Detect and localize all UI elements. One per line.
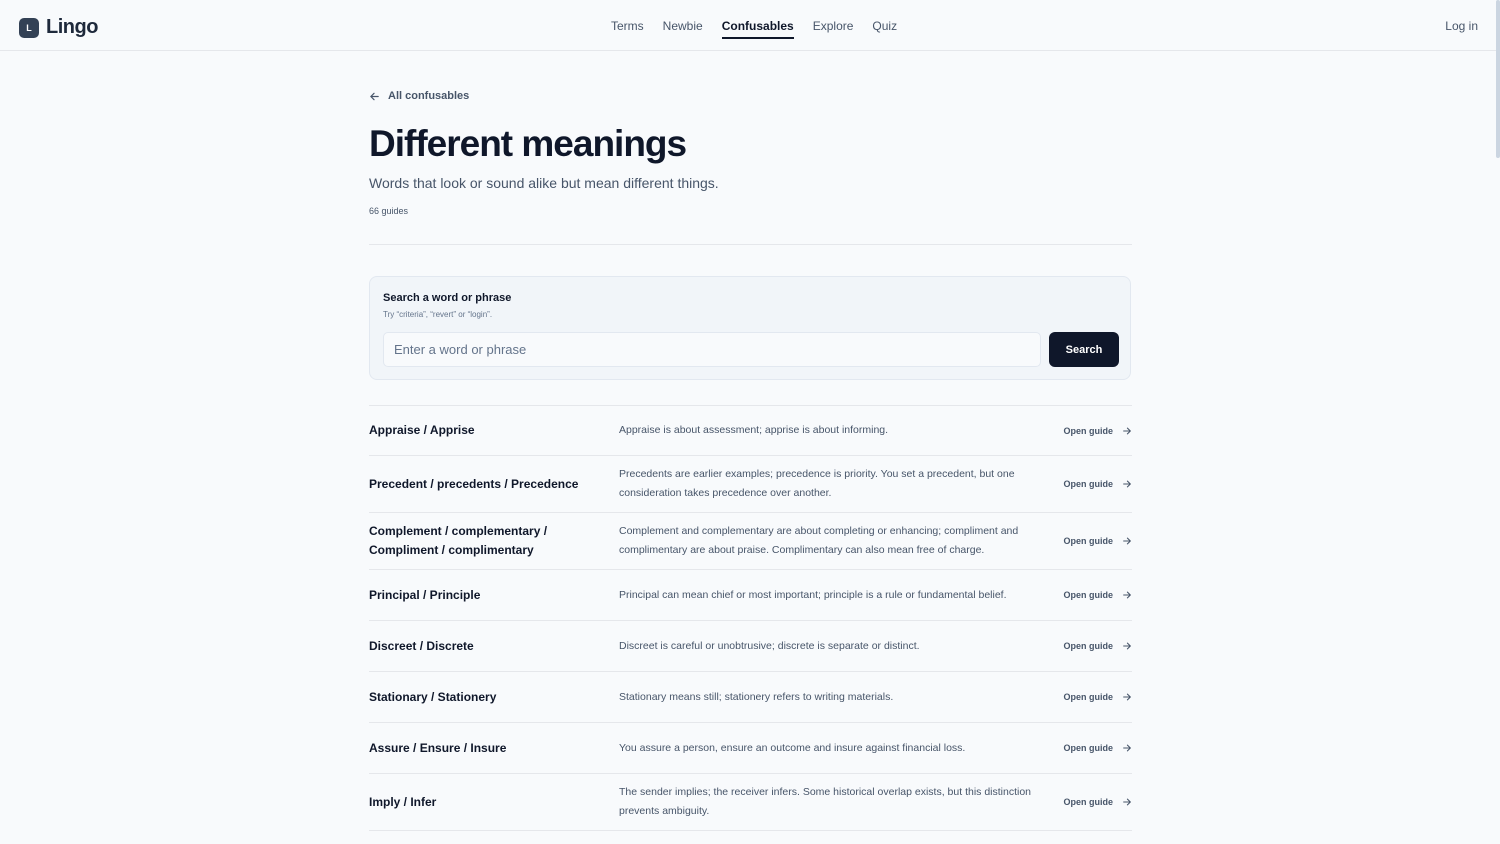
guide-title: Principal / Principle xyxy=(369,587,481,602)
open-guide-link[interactable]: Open guide xyxy=(1064,743,1133,753)
guide-title: Precedent / precedents / Precedence xyxy=(369,476,579,491)
page-subtitle: Words that look or sound alike but mean … xyxy=(369,175,719,191)
open-guide-label: Open guide xyxy=(1063,641,1114,651)
back-to-all-confusables-link[interactable]: All confusables xyxy=(369,90,469,102)
open-guide-label: Open guide xyxy=(1063,797,1114,807)
nav-item-explore[interactable]: Explore xyxy=(813,0,854,51)
search-card: Search a word or phrase Try “criteria”, … xyxy=(369,276,1131,380)
guide-list: Appraise / Apprise Appraise is about ass… xyxy=(369,405,1132,831)
back-link-label: All confusables xyxy=(388,90,470,102)
guide-description: The sender implies; the receiver infers.… xyxy=(619,786,1032,817)
open-guide-link[interactable]: Open guide xyxy=(1064,479,1133,489)
open-guide-link[interactable]: Open guide xyxy=(1064,536,1133,546)
guide-row[interactable]: Complement / complementary / Compliment … xyxy=(369,513,1132,570)
guide-title: Stationary / Stationery xyxy=(369,689,497,704)
arrow-right-icon xyxy=(1123,537,1131,545)
open-guide-link[interactable]: Open guide xyxy=(1064,797,1133,807)
guide-title: Assure / Ensure / Insure xyxy=(369,740,507,755)
guide-description: Stationary means still; stationery refer… xyxy=(619,690,894,703)
guide-title: Appraise / Apprise xyxy=(369,423,475,437)
guide-title: Discreet / Discrete xyxy=(369,638,474,653)
open-guide-label: Open guide xyxy=(1063,590,1114,600)
guide-row[interactable]: Precedent / precedents / Precedence Prec… xyxy=(369,456,1132,513)
guide-count: 66 guides xyxy=(369,206,409,216)
guide-row[interactable]: Principal / Principle Principal can mean… xyxy=(369,570,1132,621)
guide-row[interactable]: Assure / Ensure / Insure You assure a pe… xyxy=(369,723,1132,774)
brand-mark-icon: L xyxy=(19,17,39,38)
arrow-left-icon xyxy=(370,92,379,100)
arrow-right-icon xyxy=(1123,744,1131,752)
open-guide-label: Open guide xyxy=(1063,692,1114,702)
open-guide-label: Open guide xyxy=(1063,479,1114,489)
section-divider xyxy=(369,244,1132,245)
guide-row[interactable]: Imply / Infer The sender implies; the re… xyxy=(369,774,1132,831)
open-guide-label: Open guide xyxy=(1063,425,1114,436)
main-nav: Terms Newbie Confusables Explore Quiz xyxy=(611,0,916,51)
arrow-right-icon xyxy=(1123,693,1131,701)
nav-item-quiz[interactable]: Quiz xyxy=(872,0,897,51)
search-button[interactable]: Search xyxy=(1049,332,1119,367)
open-guide-label: Open guide xyxy=(1063,536,1114,546)
guide-row[interactable]: Appraise / Apprise Appraise is about ass… xyxy=(369,406,1132,456)
guide-description: Discreet is careful or unobtrusive; disc… xyxy=(619,639,920,652)
brand-name: Lingo xyxy=(46,16,98,38)
open-guide-link[interactable]: Open guide xyxy=(1064,692,1133,702)
search-hint: Try “criteria”, “revert” or “login”. xyxy=(383,310,493,319)
guide-description: You assure a person, ensure an outcome a… xyxy=(619,741,966,754)
open-guide-link[interactable]: Open guide xyxy=(1064,641,1133,651)
page-title: Different meanings xyxy=(369,123,687,164)
nav-item-confusables[interactable]: Confusables xyxy=(721,0,794,51)
guide-description: Principal can mean chief or most importa… xyxy=(619,588,1007,601)
nav-item-terms[interactable]: Terms xyxy=(611,0,644,51)
arrow-right-icon xyxy=(1123,798,1131,806)
page-scrollbar[interactable] xyxy=(1496,0,1500,158)
search-label: Search a word or phrase xyxy=(383,292,512,304)
guide-description: Complement and complementary are about c… xyxy=(619,525,1019,556)
guide-title: Imply / Infer xyxy=(369,794,437,809)
top-navigation-bar: L Lingo Terms Newbie Confusables Explore… xyxy=(0,0,1500,51)
guide-description: Appraise is about assessment; apprise is… xyxy=(619,424,889,436)
guide-description: Precedents are earlier examples; precede… xyxy=(619,468,1015,499)
arrow-right-icon xyxy=(1123,642,1131,650)
open-guide-link[interactable]: Open guide xyxy=(1064,590,1133,600)
guide-title: Complement / complementary / Compliment … xyxy=(369,524,548,557)
search-input[interactable] xyxy=(383,332,1041,367)
open-guide-label: Open guide xyxy=(1063,743,1114,753)
open-guide-link[interactable]: Open guide xyxy=(1064,426,1133,436)
brand-logo[interactable]: L Lingo xyxy=(19,16,98,39)
login-link[interactable]: Log in xyxy=(1445,19,1478,33)
arrow-right-icon xyxy=(1123,480,1131,488)
nav-item-newbie[interactable]: Newbie xyxy=(663,0,703,51)
arrow-right-icon xyxy=(1123,591,1131,599)
guide-row[interactable]: Stationary / Stationery Stationary means… xyxy=(369,672,1132,723)
arrow-right-icon xyxy=(1123,427,1131,434)
guide-row[interactable]: Discreet / Discrete Discreet is careful … xyxy=(369,621,1132,672)
